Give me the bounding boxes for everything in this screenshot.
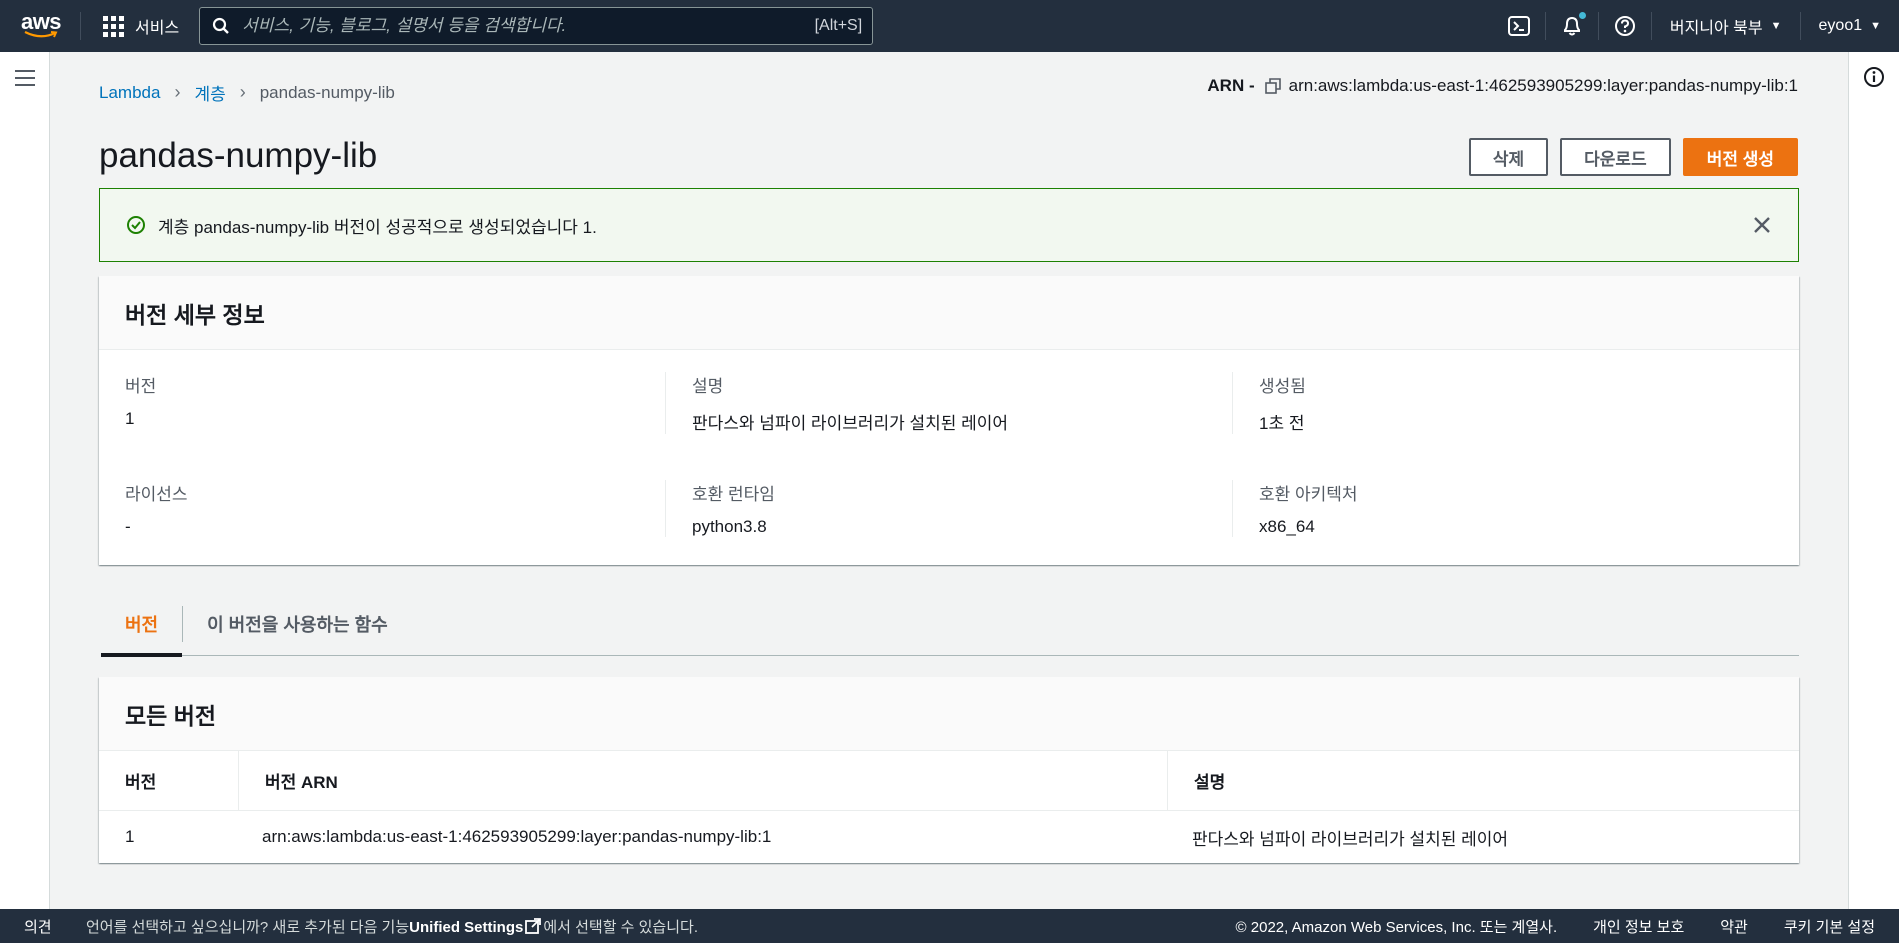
copyright: © 2022, Amazon Web Services, Inc. 또는 계열사… — [1235, 918, 1558, 936]
region-label: 버지니아 북부 — [1669, 20, 1763, 37]
search-input[interactable] — [242, 16, 815, 36]
nav-right-group: 버지니아 북부 ▼ eyoo1 ▼ — [1493, 0, 1899, 52]
cloudshell-icon — [1507, 16, 1530, 36]
notification-dot — [1578, 12, 1586, 19]
footer-message-text: 에서 선택할 수 있습니다. — [543, 918, 698, 936]
aws-logo-text: aws — [20, 9, 62, 34]
download-button[interactable]: 다운로드 — [1560, 138, 1671, 176]
aws-smile-icon — [24, 31, 58, 38]
detail-value: - — [125, 517, 131, 536]
create-version-button[interactable]: 버전 생성 — [1682, 138, 1798, 176]
services-grid-icon — [103, 15, 124, 37]
detail-compatible-architectures: 호환 아키텍처 x86_64 — [1232, 480, 1772, 537]
tab-versions[interactable]: 버전 — [101, 593, 183, 657]
breadcrumb-layers[interactable]: 계층 — [194, 80, 225, 105]
caret-down-icon: ▼ — [1870, 20, 1881, 32]
left-navigation-rail — [0, 52, 50, 909]
search-bar[interactable]: [Alt+S] — [199, 7, 874, 45]
detail-value: 1 — [125, 409, 135, 428]
cell-description: 판다스와 넘파이 라이브러리가 설치된 레이어 — [1192, 829, 1509, 849]
menu-icon[interactable] — [15, 70, 35, 86]
detail-label: 호환 런타임 — [692, 485, 775, 504]
all-versions-panel: 모든 버전 버전 버전 ARN 설명 1 arn:aws:lambda:us-e… — [99, 677, 1799, 863]
detail-label: 설명 — [692, 377, 724, 396]
close-icon[interactable] — [1752, 215, 1772, 235]
detail-label: 라이선스 — [125, 485, 188, 504]
detail-compatible-runtimes: 호환 런타임 python3.8 — [665, 480, 1205, 537]
footer-message-text: 언어를 선택하고 싶으십니까? 새로 추가된 다음 기능 — [86, 918, 410, 936]
tab-bar: 버전 이 버전을 사용하는 함수 — [101, 593, 1799, 657]
tab-functions-using-version[interactable]: 이 버전을 사용하는 함수 — [183, 593, 412, 655]
cell-version: 1 — [125, 827, 135, 846]
footer-links: © 2022, Amazon Web Services, Inc. 또는 계열사… — [1236, 916, 1899, 937]
footer: 의견 언어를 선택하고 싶으십니까? 새로 추가된 다음 기능Unified S… — [0, 909, 1899, 943]
account-menu[interactable]: eyoo1 ▼ — [1801, 0, 1899, 52]
unified-settings-link[interactable]: Unified Settings — [409, 919, 523, 936]
breadcrumb-lambda[interactable]: Lambda — [99, 83, 160, 103]
panel-header: 버전 세부 정보 — [99, 276, 1799, 350]
footer-message: 언어를 선택하고 싶으십니까? 새로 추가된 다음 기능Unified Sett… — [86, 916, 698, 937]
chevron-right-icon: › — [239, 82, 246, 102]
region-selector[interactable]: 버지니아 북부 ▼ — [1652, 0, 1800, 52]
column-header-version[interactable]: 버전 — [99, 751, 238, 811]
panel-header: 모든 버전 — [99, 677, 1799, 751]
services-menu-button[interactable]: 서비스 — [81, 0, 199, 52]
chevron-right-icon: › — [174, 82, 181, 102]
terms-link[interactable]: 약관 — [1720, 916, 1748, 937]
notifications-button[interactable] — [1546, 0, 1598, 52]
search-shortcut: [Alt+S] — [814, 17, 863, 34]
arn-display: ARN - arn:aws:lambda:us-east-1:462593905… — [1207, 76, 1798, 96]
detail-label: 생성됨 — [1259, 377, 1306, 396]
external-link-icon — [525, 917, 542, 934]
arn-label: ARN - — [1207, 76, 1255, 95]
detail-created: 생성됨 1초 전 — [1232, 372, 1772, 434]
version-details-panel: 버전 세부 정보 버전 1 설명 판다스와 넘파이 라이브러리가 설치된 레이어… — [99, 276, 1799, 565]
services-label: 서비스 — [135, 20, 180, 37]
breadcrumb-current: pandas-numpy-lib — [259, 82, 395, 102]
feedback-link[interactable]: 의견 — [0, 916, 86, 937]
detail-value: python3.8 — [692, 517, 767, 536]
delete-button[interactable]: 삭제 — [1468, 138, 1549, 176]
top-navigation: aws 서비스 [Alt+S] — [0, 0, 1899, 52]
cloudshell-button[interactable] — [1493, 0, 1545, 52]
column-header-description[interactable]: 설명 — [1167, 750, 1799, 811]
cell-arn: arn:aws:lambda:us-east-1:462593905299:la… — [262, 827, 772, 846]
help-button[interactable] — [1599, 0, 1651, 52]
flash-message: 계층 pandas-numpy-lib 버전이 성공적으로 생성되었습니다 1. — [158, 217, 597, 237]
tools-rail — [1848, 52, 1899, 909]
detail-license: 라이선스 - — [125, 480, 665, 537]
detail-label: 버전 — [125, 377, 157, 396]
success-flash: 계층 pandas-numpy-lib 버전이 성공적으로 생성되었습니다 1. — [99, 188, 1799, 262]
success-check-icon — [127, 216, 145, 234]
detail-value: 판다스와 넘파이 라이브러리가 설치된 레이어 — [692, 414, 1009, 433]
panel-title: 모든 버전 — [125, 702, 217, 729]
table-row[interactable]: 1 arn:aws:lambda:us-east-1:462593905299:… — [99, 811, 1799, 863]
cookie-preferences-link[interactable]: 쿠키 기본 설정 — [1784, 916, 1875, 937]
column-header-arn[interactable]: 버전 ARN — [238, 750, 1167, 811]
detail-description: 설명 판다스와 넘파이 라이브러리가 설치된 레이어 — [665, 372, 1205, 434]
detail-version: 버전 1 — [125, 372, 665, 429]
table-header: 버전 버전 ARN 설명 — [99, 750, 1799, 811]
detail-value: x86_64 — [1259, 517, 1315, 536]
aws-logo[interactable]: aws — [0, 0, 80, 52]
breadcrumb: Lambda › 계층 › pandas-numpy-lib — [99, 80, 395, 105]
bell-icon — [1563, 16, 1580, 36]
caret-down-icon: ▼ — [1770, 20, 1782, 32]
help-icon — [1614, 16, 1635, 36]
arn-value: arn:aws:lambda:us-east-1:462593905299:la… — [1288, 76, 1798, 95]
detail-label: 호환 아키텍처 — [1259, 485, 1358, 504]
privacy-link[interactable]: 개인 정보 보호 — [1593, 916, 1684, 937]
header-actions: 삭제 다운로드 버전 생성 — [1468, 138, 1798, 176]
detail-value: 1초 전 — [1259, 414, 1305, 433]
account-label: eyoo1 — [1818, 17, 1863, 34]
panel-title: 버전 세부 정보 — [125, 301, 265, 328]
details-grid: 버전 1 설명 판다스와 넘파이 라이브러리가 설치된 레이어 생성됨 1초 전… — [99, 350, 1799, 565]
search-icon — [213, 17, 230, 34]
page-title: pandas-numpy-lib — [99, 136, 378, 175]
copy-icon[interactable] — [1264, 78, 1281, 94]
info-icon[interactable] — [1863, 66, 1885, 88]
